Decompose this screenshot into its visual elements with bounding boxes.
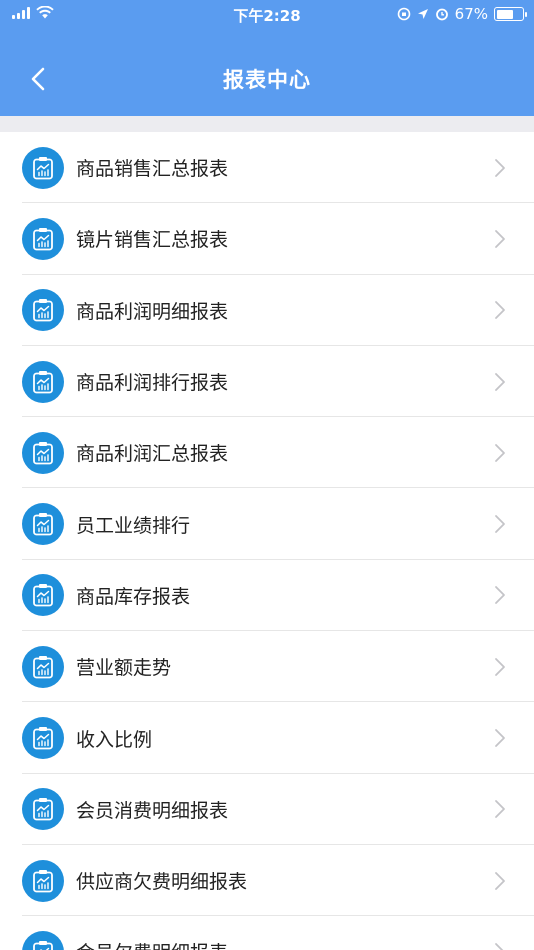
status-bar: 下午2:28 67%	[0, 0, 534, 32]
chevron-right-icon	[495, 800, 505, 819]
report-list-item[interactable]: 镜片销售汇总报表	[0, 203, 534, 275]
report-label: 镜片销售汇总报表	[76, 229, 229, 252]
status-right: 67%	[397, 5, 527, 23]
report-list-item[interactable]: 商品销售汇总报表	[0, 132, 534, 204]
chevron-right-icon	[495, 657, 505, 676]
report-label: 会员欠费明细报表	[76, 938, 228, 950]
report-chart-icon	[22, 360, 64, 403]
report-chart-icon	[22, 859, 64, 902]
chevron-right-icon	[495, 586, 505, 605]
report-chart-icon	[22, 788, 64, 831]
report-chart-icon	[22, 503, 64, 546]
report-chart-icon	[22, 217, 64, 260]
chevron-right-icon	[495, 230, 505, 248]
report-label: 商品利润明细报表	[76, 300, 229, 323]
report-list-item[interactable]: 员工业绩排行	[0, 488, 534, 561]
report-label: 营业额走势	[76, 657, 172, 680]
report-list-item[interactable]: 商品库存报表	[0, 560, 534, 632]
battery-percent: 67%	[454, 5, 488, 23]
report-list-item[interactable]: 会员消费明细报表	[0, 774, 534, 846]
report-chart-icon	[22, 645, 64, 688]
report-label: 会员消费明细报表	[76, 799, 229, 822]
alarm-icon	[435, 8, 448, 21]
section-gap	[0, 116, 534, 132]
chevron-right-icon	[495, 372, 505, 391]
chevron-right-icon	[495, 443, 505, 462]
chevron-right-icon	[495, 301, 505, 320]
app-header: 下午2:28 67% 报表中心	[0, 0, 534, 116]
report-label: 员工业绩排行	[76, 514, 191, 537]
report-list-item[interactable]: 收入比例	[0, 702, 534, 774]
report-label: 商品库存报表	[76, 585, 191, 608]
report-chart-icon	[22, 574, 64, 617]
chevron-right-icon	[495, 943, 504, 950]
report-list-item[interactable]: 商品利润排行报表	[0, 346, 534, 418]
report-label: 商品利润排行报表	[76, 372, 229, 395]
chevron-right-icon	[495, 871, 505, 890]
chevron-right-icon	[495, 729, 505, 747]
report-label: 供应商欠费明细报表	[76, 871, 248, 894]
battery-icon	[494, 7, 527, 21]
report-chart-icon	[22, 146, 64, 189]
report-list-item[interactable]: 商品利润汇总报表	[0, 417, 534, 489]
report-list-item[interactable]: 会员欠费明细报表	[0, 916, 534, 950]
report-list-item[interactable]: 供应商欠费明细报表	[0, 845, 534, 917]
report-chart-icon	[22, 717, 64, 760]
report-list: 商品销售汇总报表 镜片销售汇总报表 商品利润明细报表 商品利润排行报表 商品利润…	[0, 132, 534, 950]
report-list-item[interactable]: 商品利润明细报表	[0, 275, 534, 347]
orientation-lock-icon	[397, 7, 410, 21]
report-label: 商品销售汇总报表	[76, 158, 229, 181]
page-title: 报表中心	[223, 68, 311, 92]
report-chart-icon	[22, 930, 64, 950]
location-icon	[417, 9, 428, 19]
report-chart-icon	[22, 289, 64, 332]
chevron-right-icon	[495, 158, 505, 177]
report-list-item[interactable]: 营业额走势	[0, 631, 534, 703]
report-label: 商品利润汇总报表	[76, 443, 229, 466]
chevron-right-icon	[495, 515, 505, 534]
report-chart-icon	[22, 431, 64, 474]
report-label: 收入比例	[76, 728, 153, 751]
